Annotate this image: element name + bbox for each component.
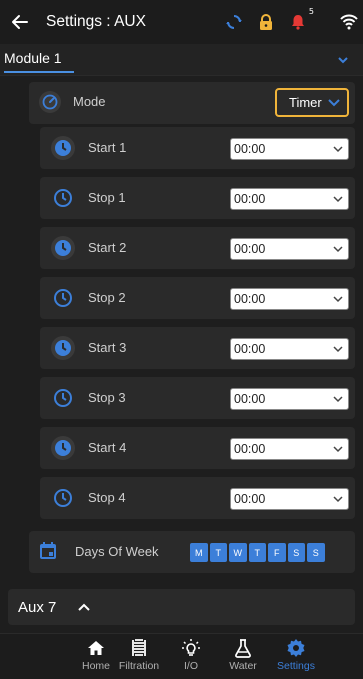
timer-list: Start 1 00:00 Stop 1 00:00 Start 2 00:00 (40, 127, 355, 527)
chevron-up-icon (78, 603, 90, 611)
time-select-value: 00:00 (234, 442, 266, 456)
clock-icon (51, 286, 75, 310)
back-button[interactable] (0, 0, 40, 44)
nav-label: Water (229, 660, 257, 672)
time-select[interactable]: 00:00 (230, 438, 349, 460)
nav-label: Settings (277, 660, 315, 672)
list-item: Start 4 00:00 (40, 427, 355, 469)
filter-icon (129, 638, 149, 658)
nav-label: Home (81, 660, 110, 672)
day-toggle-fri[interactable]: F (268, 543, 286, 562)
day-toggle-sun[interactable]: S (307, 543, 325, 562)
day-toggle-wed[interactable]: W (229, 543, 247, 562)
module-tab-indicator (4, 71, 74, 73)
time-select[interactable]: 00:00 (230, 238, 349, 260)
list-item: Start 2 00:00 (40, 227, 355, 269)
bottom-nav: Home Filtration I/O Water Settings (0, 633, 363, 679)
calendar-icon (40, 542, 56, 559)
time-select[interactable]: 00:00 (230, 338, 349, 360)
time-select[interactable]: 00:00 (230, 488, 349, 510)
nav-item-io[interactable]: I/O (161, 638, 221, 678)
list-item: Start 1 00:00 (40, 127, 355, 169)
list-item: Stop 2 00:00 (40, 277, 355, 319)
day-toggle-sat[interactable]: S (287, 543, 305, 562)
list-item: Stop 4 00:00 (40, 477, 355, 519)
nav-item-settings[interactable]: Settings (266, 638, 326, 678)
days-of-week-card: Days Of Week M T W T F S S (29, 531, 355, 573)
notification-count-badge: 5 (308, 7, 314, 16)
clock-icon (51, 486, 75, 510)
clock-icon (51, 186, 75, 210)
days-of-week-label: Days Of Week (75, 544, 159, 559)
mode-card: Mode Timer (29, 82, 355, 124)
days-toggle-group: M T W T F S S (190, 543, 325, 562)
sync-icon[interactable] (225, 13, 243, 31)
chevron-down-icon (328, 99, 340, 107)
clock-icon (51, 236, 75, 260)
time-select[interactable]: 00:00 (230, 138, 349, 160)
chevron-down-icon (333, 196, 343, 203)
chevron-down-icon (333, 146, 343, 153)
aux-section-header[interactable]: Aux 7 (8, 589, 355, 625)
time-select[interactable]: 00:00 (230, 188, 349, 210)
time-select-value: 00:00 (234, 342, 266, 356)
page-title: Settings : AUX (46, 13, 146, 30)
row-label: Stop 4 (88, 490, 126, 505)
chevron-down-icon (333, 396, 343, 403)
lock-icon[interactable] (257, 13, 275, 31)
gauge-icon (39, 91, 61, 113)
mode-select[interactable]: Timer (275, 88, 349, 117)
row-label: Stop 1 (88, 190, 126, 205)
chevron-down-icon (333, 346, 343, 353)
mode-label: Mode (73, 94, 106, 109)
time-select-value: 00:00 (234, 292, 266, 306)
home-icon (86, 638, 106, 658)
time-select-value: 00:00 (234, 142, 266, 156)
nav-label: I/O (183, 660, 198, 672)
chevron-down-icon[interactable] (337, 54, 349, 66)
chevron-down-icon (333, 446, 343, 453)
day-toggle-mon[interactable]: M (190, 543, 208, 562)
nav-label: Filtration (118, 660, 160, 672)
time-select[interactable]: 00:00 (230, 288, 349, 310)
list-item: Start 3 00:00 (40, 327, 355, 369)
row-label: Start 1 (88, 140, 127, 155)
clock-icon (51, 436, 75, 460)
nav-item-filtration[interactable]: Filtration (109, 638, 169, 678)
time-select-value: 00:00 (234, 392, 266, 406)
mode-select-value: Timer (289, 95, 322, 110)
row-label: Stop 2 (88, 290, 126, 305)
status-icons: 5 (225, 7, 345, 36)
clock-icon (51, 386, 75, 410)
app-header: Settings : AUX 5 (0, 0, 363, 44)
time-select-value: 00:00 (234, 192, 266, 206)
row-label: Start 4 (88, 440, 127, 455)
wifi-icon (340, 12, 358, 30)
flask-icon (233, 638, 253, 658)
chevron-down-icon (333, 296, 343, 303)
chevron-down-icon (333, 496, 343, 503)
nav-item-water[interactable]: Water (213, 638, 273, 678)
bell-icon (292, 15, 304, 30)
module-tab-bar: Module 1 (0, 44, 363, 76)
row-label: Start 2 (88, 240, 127, 255)
arrow-left-icon (12, 15, 28, 29)
gear-icon (286, 638, 306, 658)
time-select-value: 00:00 (234, 242, 266, 256)
row-label: Start 3 (88, 340, 127, 355)
clock-icon (51, 136, 75, 160)
lightbulb-icon (181, 638, 201, 658)
time-select[interactable]: 00:00 (230, 388, 349, 410)
module-tab[interactable]: Module 1 (4, 50, 62, 66)
notifications-button[interactable]: 5 (289, 7, 314, 31)
aux-label: Aux 7 (18, 599, 57, 616)
time-select-value: 00:00 (234, 492, 266, 506)
list-item: Stop 3 00:00 (40, 377, 355, 419)
day-toggle-thu[interactable]: T (248, 543, 266, 562)
day-toggle-tue[interactable]: T (209, 543, 227, 562)
row-label: Stop 3 (88, 390, 126, 405)
chevron-down-icon (333, 246, 343, 253)
clock-icon (51, 336, 75, 360)
list-item: Stop 1 00:00 (40, 177, 355, 219)
